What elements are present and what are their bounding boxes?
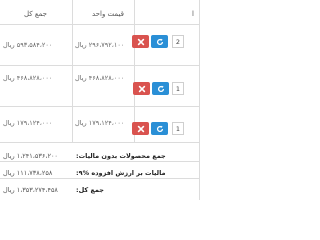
quantity-field[interactable]: 1 [172,82,184,95]
summary-divider [0,178,200,179]
row-unit-price: ۴۶۸،۸۲۸،۰۰۰ ریال [75,74,125,82]
row-total: ۵۹۳،۵۸۴،۲۰۰ ریال [3,41,53,49]
delete-button[interactable] [132,122,149,135]
quantity-field[interactable]: 1 [172,122,184,135]
row-unit-price: ۲۹۶،۷۹۲،۱۰۰ ریال [75,41,125,49]
table-row: ۵۹۳،۵۸۴،۲۰۰ ریال ۲۹۶،۷۹۲،۱۰۰ ریال 2 [0,25,200,65]
delete-button[interactable] [132,35,149,48]
close-icon [138,85,145,92]
row-total: ۴۶۸،۸۲۸،۰۰۰ ریال [3,74,53,82]
cart-table: جمع کل قیمت واحد ا ۵۹۳،۵۸۴،۲۰۰ ریال ۲۹۶،… [0,0,200,200]
refresh-icon [157,85,164,92]
refresh-button[interactable] [152,82,169,95]
row-divider [0,142,200,143]
quantity-field[interactable]: 2 [172,35,184,48]
subtotal-value: ۱،۲۴۱،۵۳۶،۲۰۰ ریال [3,152,58,160]
delete-button[interactable] [133,82,150,95]
subtotal-label: جمع محصولات بدون مالیات: [76,152,166,160]
header-unit-price: قیمت واحد [92,10,124,18]
grand-total-value: ۱،۳۵۳،۲۷۴،۴۵۸ ریال [3,186,58,194]
close-icon [137,38,144,45]
close-icon [137,125,144,132]
table-row: ۱۷۹،۱۲۴،۰۰۰ ریال ۱۷۹،۱۲۴،۰۰۰ ریال 1 [0,107,200,147]
vat-label: مالیات بر ارزش افزوده %۹: [76,169,166,177]
row-unit-price: ۱۷۹،۱۲۴،۰۰۰ ریال [75,119,125,127]
header-total: جمع کل [24,10,47,18]
vat-value: ۱۱۱،۷۳۸،۲۵۸ ریال [3,169,53,177]
summary-divider [0,161,200,162]
refresh-icon [156,125,163,132]
row-total: ۱۷۹،۱۲۴،۰۰۰ ریال [3,119,53,127]
refresh-icon [156,38,163,45]
grand-total-label: جمع کل: [76,186,104,194]
refresh-button[interactable] [151,122,168,135]
refresh-button[interactable] [151,35,168,48]
header-edge: ا [192,10,194,18]
table-row: ۴۶۸،۸۲۸،۰۰۰ ریال ۴۶۸،۸۲۸،۰۰۰ ریال 1 [0,66,200,106]
